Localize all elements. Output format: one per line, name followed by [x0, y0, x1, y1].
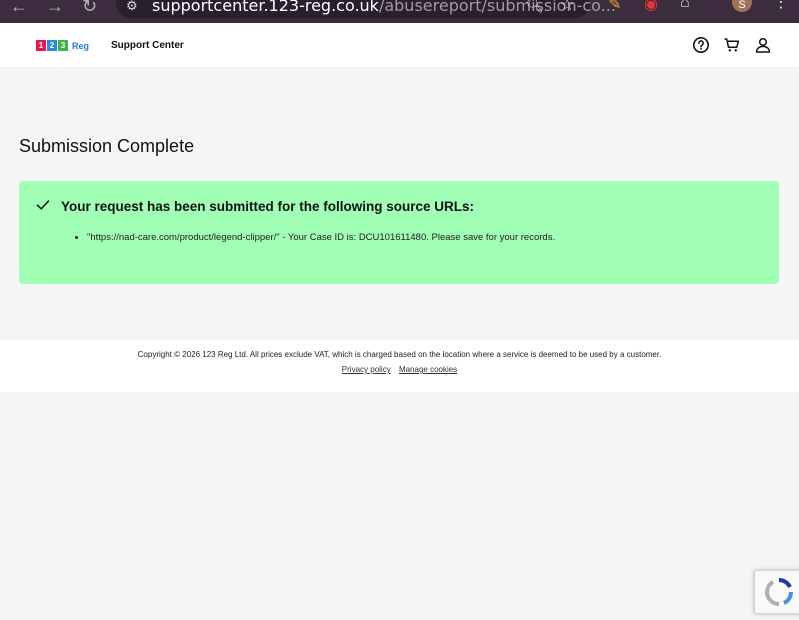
recaptcha-icon [765, 577, 794, 606]
privacy-policy-link[interactable]: Privacy policy [342, 365, 391, 374]
manage-cookies-link[interactable]: Manage cookies [399, 365, 457, 374]
copyright-text: Copyright © 2026 123 Reg Ltd. All prices… [137, 350, 662, 359]
forward-arrow-icon[interactable]: → [46, 0, 64, 17]
browser-menu-icon[interactable]: ⋮ [773, 0, 789, 12]
site-header: 1 2 3 Reg Support Center [0, 23, 799, 67]
search-icon[interactable]: 🔍︎ [526, 0, 544, 14]
list-item: "https://nad-care.com/product/legend-cli… [87, 232, 555, 243]
footer-links: Privacy policy Manage cookies [0, 365, 799, 374]
help-icon[interactable] [692, 36, 710, 54]
bookmark-star-icon[interactable]: ☆ [560, 0, 574, 15]
account-icon[interactable] [754, 36, 772, 54]
extensions-puzzle-icon[interactable]: ⌂ [680, 0, 690, 12]
address-bar-url: supportcenter.123-reg.co.uk/abusereport/… [152, 0, 616, 15]
section-title-link[interactable]: Support Center [111, 40, 184, 51]
extension-icon[interactable]: ◉ [644, 0, 658, 14]
extension-icon[interactable]: ✎ [608, 0, 621, 14]
logo-digit-1: 1 [36, 40, 46, 51]
submitted-url-list: "https://nad-care.com/product/legend-cli… [69, 232, 555, 243]
site-footer: Copyright © 2026 123 Reg Ltd. All prices… [0, 340, 799, 392]
address-bar[interactable]: ⚙ supportcenter.123-reg.co.uk/abuserepor… [116, 0, 616, 18]
recaptcha-badge[interactable] [754, 570, 799, 614]
back-arrow-icon[interactable]: ← [10, 0, 28, 17]
browser-toolbar: ← → ↻ ⚙ supportcenter.123-reg.co.uk/abus… [0, 0, 799, 23]
brand-logo[interactable]: 1 2 3 Reg [36, 40, 89, 51]
page-title: Submission Complete [19, 136, 195, 156]
checkmark-icon [36, 200, 50, 210]
alert-title: Your request has been submitted for the … [61, 199, 475, 214]
logo-digit-3: 3 [58, 40, 68, 51]
profile-avatar[interactable]: S [732, 0, 752, 12]
logo-digit-2: 2 [47, 40, 57, 51]
success-alert: Your request has been submitted for the … [19, 181, 779, 284]
logo-word: Reg [72, 40, 90, 51]
site-info-icon[interactable]: ⚙ [126, 0, 138, 14]
reload-icon[interactable]: ↻ [82, 0, 97, 17]
cart-icon[interactable] [723, 36, 741, 54]
